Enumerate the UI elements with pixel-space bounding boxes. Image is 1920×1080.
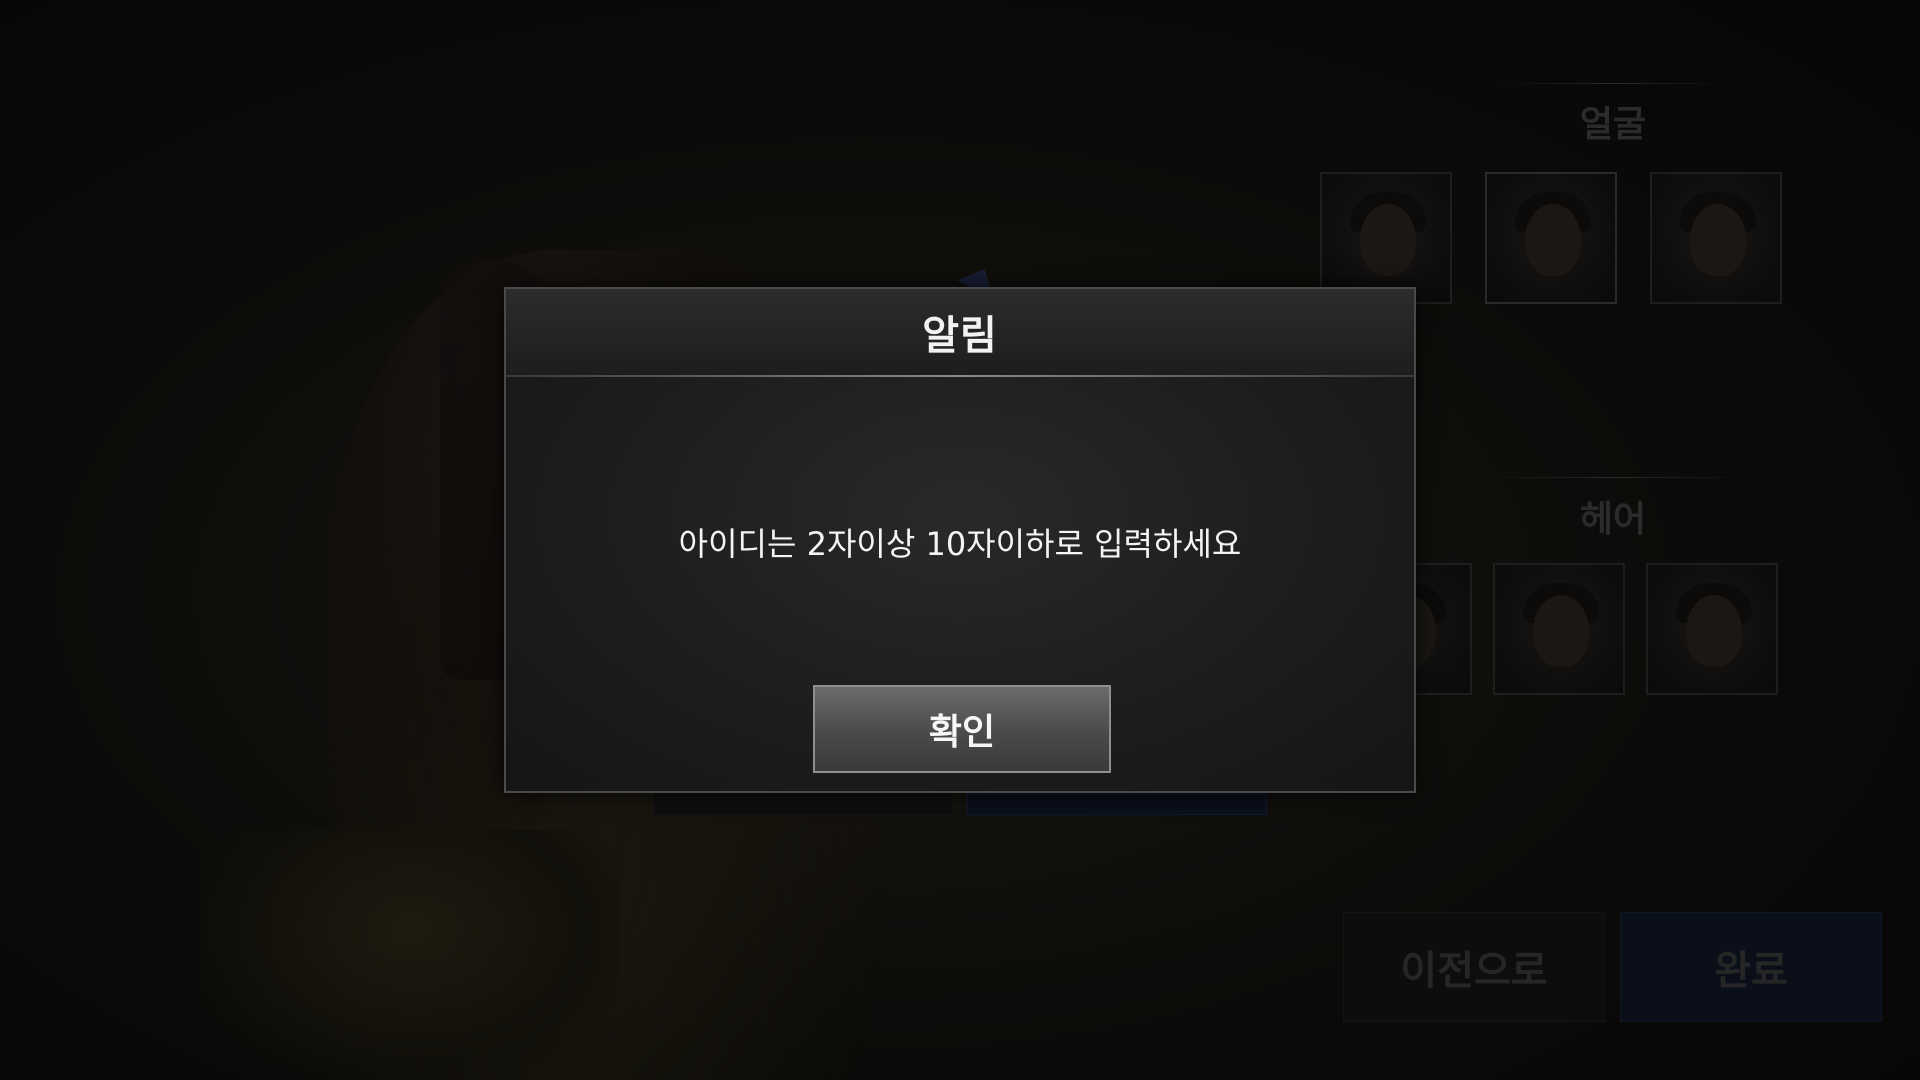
previous-button[interactable]: 이전으로 (1343, 912, 1605, 1022)
hair-thumb-face (1533, 595, 1589, 667)
face-thumb-face (1690, 204, 1746, 276)
face-option-1[interactable] (1320, 172, 1452, 304)
face-thumb-face (1360, 204, 1416, 276)
character-armor (200, 830, 620, 1080)
face-thumb-face (1525, 204, 1581, 276)
face-section-title: 얼굴 (1579, 104, 1647, 145)
hair-option-3[interactable] (1646, 563, 1778, 695)
face-section-line-top (1500, 83, 1730, 84)
game-screen: 얼굴 헤어 이전으로 완료 알림 아이디는 2자이상 10자이하로 입력하세요 … (0, 0, 1920, 1080)
confirm-button[interactable]: 확인 (813, 685, 1111, 773)
hidden-button-right (967, 793, 1267, 815)
hair-section-title: 헤어 (1579, 499, 1647, 540)
dialog-message: 아이디는 2자이상 10자이하로 입력하세요 (678, 525, 1242, 563)
alert-dialog: 알림 아이디는 2자이상 10자이하로 입력하세요 확인 (504, 287, 1416, 793)
hair-thumb-face (1686, 595, 1742, 667)
face-option-2[interactable] (1485, 172, 1617, 304)
hidden-button-left (653, 793, 953, 815)
dialog-divider (506, 375, 1414, 377)
complete-button[interactable]: 완료 (1620, 912, 1882, 1022)
hair-option-2[interactable] (1493, 563, 1625, 695)
face-option-3[interactable] (1650, 172, 1782, 304)
hair-section-line-top (1480, 477, 1750, 478)
dialog-header: 알림 (506, 289, 1414, 375)
dialog-title: 알림 (922, 313, 998, 359)
